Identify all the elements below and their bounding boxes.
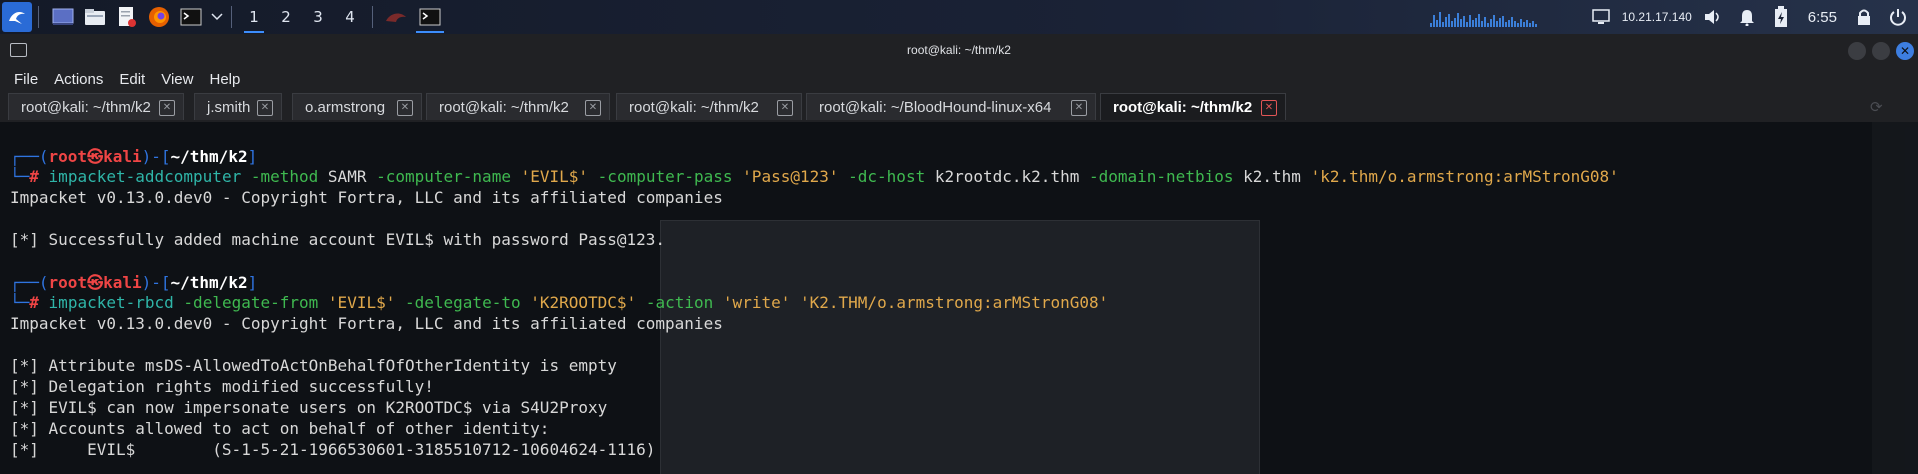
command-line-1: └─# impacket-addcomputer -method SAMR -c… <box>10 167 1619 186</box>
terminal-launcher-icon[interactable] <box>177 3 205 31</box>
tab-terminal-active[interactable]: root@kali: ~/thm/k2 ✕ <box>1100 93 1286 120</box>
close-tab-icon[interactable]: ✕ <box>257 100 273 116</box>
background-window-ghost <box>660 220 1260 474</box>
workspace-2[interactable]: 2 <box>270 0 302 34</box>
battery-charging-icon[interactable] <box>1769 5 1793 29</box>
workspace-3[interactable]: 3 <box>302 0 334 34</box>
output-line: [*] Successfully added machine account E… <box>10 230 666 249</box>
tab-label: root@kali: ~/thm/k2 <box>1113 99 1253 116</box>
volume-icon[interactable] <box>1701 5 1725 29</box>
close-tab-icon[interactable]: ✕ <box>159 100 175 116</box>
desktop-icon[interactable] <box>49 3 77 31</box>
menu-view[interactable]: View <box>161 71 193 88</box>
output-line: [*] EVIL$ (S-1-5-21-1966530601-318551071… <box>10 440 656 459</box>
workspace-4[interactable]: 4 <box>334 0 366 34</box>
panel-separator <box>38 6 39 28</box>
tab-label: root@kali: ~/thm/k2 <box>629 99 759 116</box>
window-title: root@kali: ~/thm/k2 <box>907 43 1011 57</box>
workspace-1[interactable]: 1 <box>238 0 270 34</box>
close-tab-icon[interactable]: ✕ <box>585 100 601 116</box>
taskbar-kali-dragon-icon[interactable] <box>379 0 413 34</box>
top-panel: 1 2 3 4 10.21.17.140 6:55 <box>0 0 1918 34</box>
close-tab-icon[interactable]: ✕ <box>397 100 413 116</box>
taskbar-terminal-icon[interactable] <box>413 0 447 34</box>
tab-bar: root@kali: ~/thm/k2 ✕ j.smith ✕ o.armstr… <box>0 92 1918 122</box>
firefox-icon[interactable] <box>145 3 173 31</box>
terminal-view[interactable]: ┌──(root㉿kali)-[~/thm/k2] └─# impacket-a… <box>0 122 1918 474</box>
tab-j-smith[interactable]: j.smith ✕ <box>194 93 282 120</box>
new-tab-icon[interactable]: ⟳ <box>1870 98 1888 116</box>
output-line: Impacket v0.13.0.dev0 - Copyright Fortra… <box>10 188 723 207</box>
lock-screen-icon[interactable] <box>1852 5 1876 29</box>
notification-bell-icon[interactable] <box>1735 5 1759 29</box>
system-tray: 10.21.17.140 6:55 <box>1429 0 1918 34</box>
cpu-graph <box>1429 7 1570 27</box>
maximize-button[interactable] <box>1872 42 1890 60</box>
kali-menu-icon[interactable] <box>2 2 32 32</box>
tab-label: root@kali: ~/thm/k2 <box>439 99 569 116</box>
tab-bloodhound[interactable]: root@kali: ~/BloodHound-linux-x64 ✕ <box>806 93 1096 120</box>
clock[interactable]: 6:55 <box>1808 9 1837 26</box>
command-line-2: └─# impacket-rbcd -delegate-from 'EVIL$'… <box>10 293 1109 312</box>
prompt-line-2: ┌──(root㉿kali)-[~/thm/k2] <box>10 273 258 292</box>
panel-separator <box>231 6 232 28</box>
text-editor-icon[interactable] <box>113 3 141 31</box>
close-tab-icon[interactable]: ✕ <box>777 100 793 116</box>
tab-terminal-2[interactable]: root@kali: ~/thm/k2 ✕ <box>426 93 610 120</box>
tab-label: j.smith <box>207 99 251 116</box>
scrollbar[interactable] <box>1872 122 1918 474</box>
minimize-button[interactable] <box>1848 42 1866 60</box>
tab-label: root@kali: ~/BloodHound-linux-x64 <box>819 99 1052 116</box>
tab-label: root@kali: ~/thm/k2 <box>21 99 151 116</box>
chevron-down-icon[interactable] <box>209 3 225 31</box>
output-line: Impacket v0.13.0.dev0 - Copyright Fortra… <box>10 314 723 333</box>
tab-label: o.armstrong <box>305 99 386 116</box>
close-window-button[interactable]: ✕ <box>1896 42 1914 60</box>
file-manager-icon[interactable] <box>81 3 109 31</box>
menu-help[interactable]: Help <box>209 71 240 88</box>
prompt-line-1: ┌──(root㉿kali)-[~/thm/k2] <box>10 147 258 166</box>
menu-file[interactable]: File <box>14 71 38 88</box>
menu-bar: File Actions Edit View Help <box>0 66 1918 92</box>
tab-o-armstrong[interactable]: o.armstrong ✕ <box>292 93 422 120</box>
close-tab-icon[interactable]: ✕ <box>1261 100 1277 116</box>
window-titlebar[interactable]: root@kali: ~/thm/k2 ✕ <box>0 34 1918 66</box>
menu-actions[interactable]: Actions <box>54 71 103 88</box>
output-line: [*] Delegation rights modified successfu… <box>10 377 434 396</box>
tab-terminal-3[interactable]: root@kali: ~/thm/k2 ✕ <box>616 93 802 120</box>
panel-separator <box>372 6 373 28</box>
tab-terminal-1[interactable]: root@kali: ~/thm/k2 ✕ <box>8 93 184 120</box>
vpn-monitor-icon[interactable] <box>1589 5 1613 29</box>
power-icon[interactable] <box>1886 5 1910 29</box>
output-line: [*] Accounts allowed to act on behalf of… <box>10 419 550 438</box>
ip-address-label: 10.21.17.140 <box>1621 10 1692 24</box>
close-tab-icon[interactable]: ✕ <box>1071 100 1087 116</box>
menu-edit[interactable]: Edit <box>119 71 145 88</box>
output-line: [*] EVIL$ can now impersonate users on K… <box>10 398 608 417</box>
output-line: [*] Attribute msDS-AllowedToActOnBehalfO… <box>10 356 617 375</box>
